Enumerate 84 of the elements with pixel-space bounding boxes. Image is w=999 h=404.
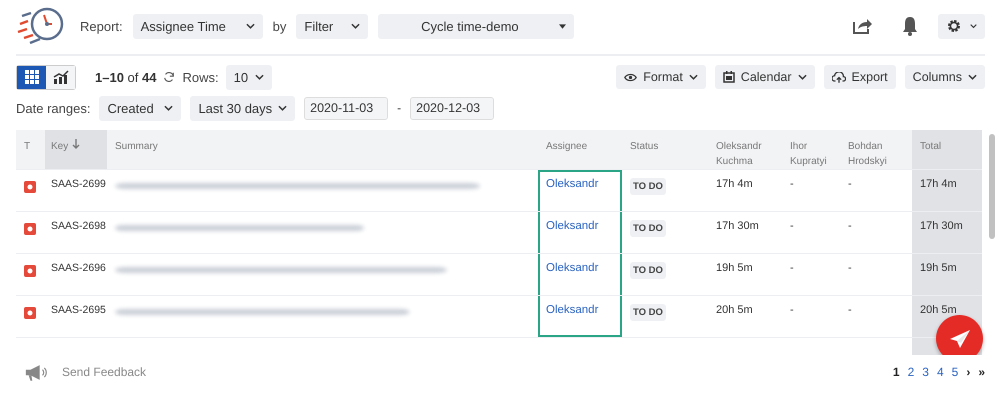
chevron-icon bbox=[970, 23, 977, 29]
rows-dropdown[interactable]: 10 bbox=[226, 64, 272, 90]
chevron-icon bbox=[254, 74, 264, 80]
table-cell: 20h 5m bbox=[708, 296, 782, 338]
column-header[interactable]: Total bbox=[912, 130, 982, 170]
bug-type-icon bbox=[24, 307, 36, 319]
rows-label: Rows: bbox=[182, 70, 219, 84]
bug-type-icon bbox=[24, 223, 36, 235]
status-badge: TO DO bbox=[630, 304, 666, 321]
total-cell: 19h 5m bbox=[912, 254, 982, 296]
toolbar-button[interactable]: Export bbox=[824, 65, 896, 89]
refresh-icon[interactable] bbox=[163, 71, 176, 83]
page-link[interactable]: 4 bbox=[936, 365, 944, 379]
source-dropdown[interactable]: Filter bbox=[296, 14, 368, 38]
issue-key[interactable]: SAAS-2695 bbox=[45, 296, 107, 338]
table-cell: 17h 30m bbox=[708, 212, 782, 254]
bug-type-icon bbox=[24, 181, 36, 193]
chart-icon bbox=[52, 70, 68, 84]
assignee-link[interactable]: Oleksandr bbox=[546, 304, 598, 316]
start-date-field[interactable]: 2020-11-03 bbox=[304, 96, 388, 120]
chevron-icon bbox=[278, 105, 288, 111]
bell-icon[interactable] bbox=[902, 16, 918, 36]
cloud-upload-icon bbox=[832, 72, 846, 82]
assignee-link[interactable]: Oleksandr bbox=[546, 262, 598, 274]
sort-arrow-icon bbox=[72, 139, 80, 149]
chevron-icon bbox=[246, 23, 255, 29]
table-cell: 17h 4m bbox=[708, 170, 782, 212]
caret-icon bbox=[559, 24, 566, 28]
chevron-icon bbox=[351, 23, 360, 29]
table-cell: - bbox=[782, 170, 840, 212]
issue-key[interactable]: SAAS-2699 bbox=[45, 170, 107, 212]
settings-icon bbox=[946, 18, 962, 34]
total-cell: 17h 4m bbox=[912, 170, 982, 212]
by-label: by bbox=[272, 18, 286, 34]
column-header[interactable]: Summary bbox=[107, 130, 538, 170]
date-ranges-label: Date ranges: bbox=[16, 100, 90, 116]
table-cell: - bbox=[782, 212, 840, 254]
page-link[interactable]: 5 bbox=[952, 365, 958, 379]
column-header[interactable]: Oleksandr Kuchma bbox=[708, 130, 782, 170]
grid-view-button[interactable] bbox=[17, 66, 46, 88]
table-cell: - bbox=[782, 254, 840, 296]
page-link[interactable]: 3 bbox=[922, 365, 929, 379]
column-header[interactable]: Ihor Kupratyi bbox=[782, 130, 840, 170]
grid-icon bbox=[24, 70, 38, 84]
toolbar-button[interactable]: Format bbox=[616, 65, 706, 89]
status-badge: TO DO bbox=[630, 178, 666, 195]
saved-filter-dropdown[interactable]: Cycle time-demo bbox=[378, 14, 574, 38]
toolbar-button[interactable]: Calendar bbox=[714, 65, 815, 89]
assignee-link[interactable]: Oleksandr bbox=[546, 220, 598, 232]
period-dropdown[interactable]: Last 30 days bbox=[190, 96, 296, 120]
settings-button[interactable] bbox=[938, 14, 985, 38]
assignee-link[interactable]: Oleksandr bbox=[546, 178, 598, 190]
eye-icon bbox=[624, 72, 638, 82]
column-header[interactable]: T bbox=[16, 130, 45, 170]
page-link[interactable]: 1 bbox=[892, 365, 900, 379]
megaphone-icon bbox=[24, 364, 48, 380]
column-header[interactable]: Assignee bbox=[538, 130, 622, 170]
column-header[interactable]: Bohdan Hrodskyi bbox=[840, 130, 912, 170]
report-label: Report: bbox=[80, 18, 123, 34]
total-cell: 17h 30m bbox=[912, 212, 982, 254]
last-page-link[interactable]: » bbox=[978, 365, 985, 379]
range-text: 1–10 of 44 bbox=[95, 70, 156, 84]
scrollbar[interactable] bbox=[989, 134, 995, 239]
next-page-link[interactable]: › bbox=[966, 365, 970, 379]
table-cell: - bbox=[782, 296, 840, 338]
table-cell: 19h 5m bbox=[708, 254, 782, 296]
issue-key[interactable]: SAAS-2698 bbox=[45, 212, 107, 254]
bug-type-icon bbox=[24, 265, 36, 277]
toolbar-button[interactable]: Columns bbox=[904, 65, 985, 89]
end-date-field[interactable]: 2020-12-03 bbox=[410, 96, 494, 120]
page-link[interactable]: 2 bbox=[908, 365, 914, 379]
share-icon[interactable] bbox=[852, 17, 872, 35]
chevron-icon bbox=[164, 105, 174, 111]
status-badge: TO DO bbox=[630, 262, 666, 279]
range-separator: - bbox=[397, 101, 402, 115]
chart-view-button[interactable] bbox=[46, 66, 75, 88]
date-field-dropdown[interactable]: Created bbox=[99, 96, 182, 120]
status-badge: TO DO bbox=[630, 220, 666, 237]
stopwatch-logo bbox=[16, 6, 66, 46]
send-feedback-link[interactable]: Send Feedback bbox=[62, 365, 146, 379]
calendar-icon bbox=[722, 71, 735, 83]
issue-key[interactable]: SAAS-2696 bbox=[45, 254, 107, 296]
column-header[interactable]: Status bbox=[622, 130, 708, 170]
report-dropdown[interactable]: Assignee Time bbox=[132, 14, 263, 38]
